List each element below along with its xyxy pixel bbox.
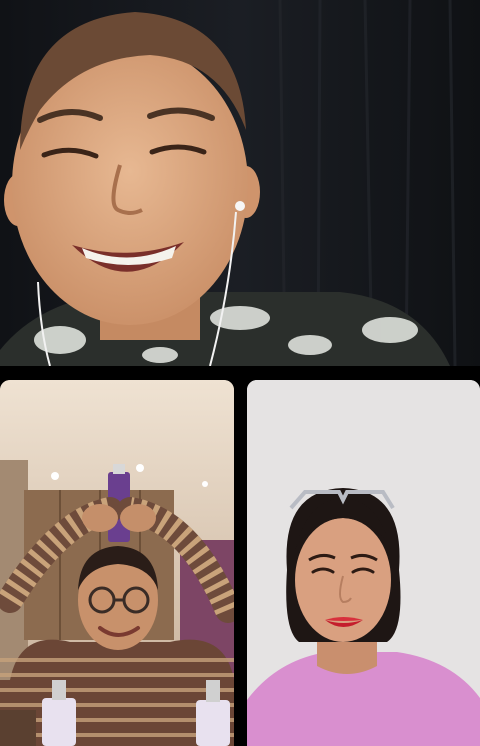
video-tile-bottom-left[interactable] <box>0 380 234 746</box>
video-tile-top[interactable] <box>0 0 480 366</box>
participant-video-bottom-left <box>0 380 234 746</box>
participant-video-bottom-right <box>247 380 480 746</box>
video-tile-bottom-right[interactable] <box>247 380 480 746</box>
participant-video-top <box>0 0 480 366</box>
